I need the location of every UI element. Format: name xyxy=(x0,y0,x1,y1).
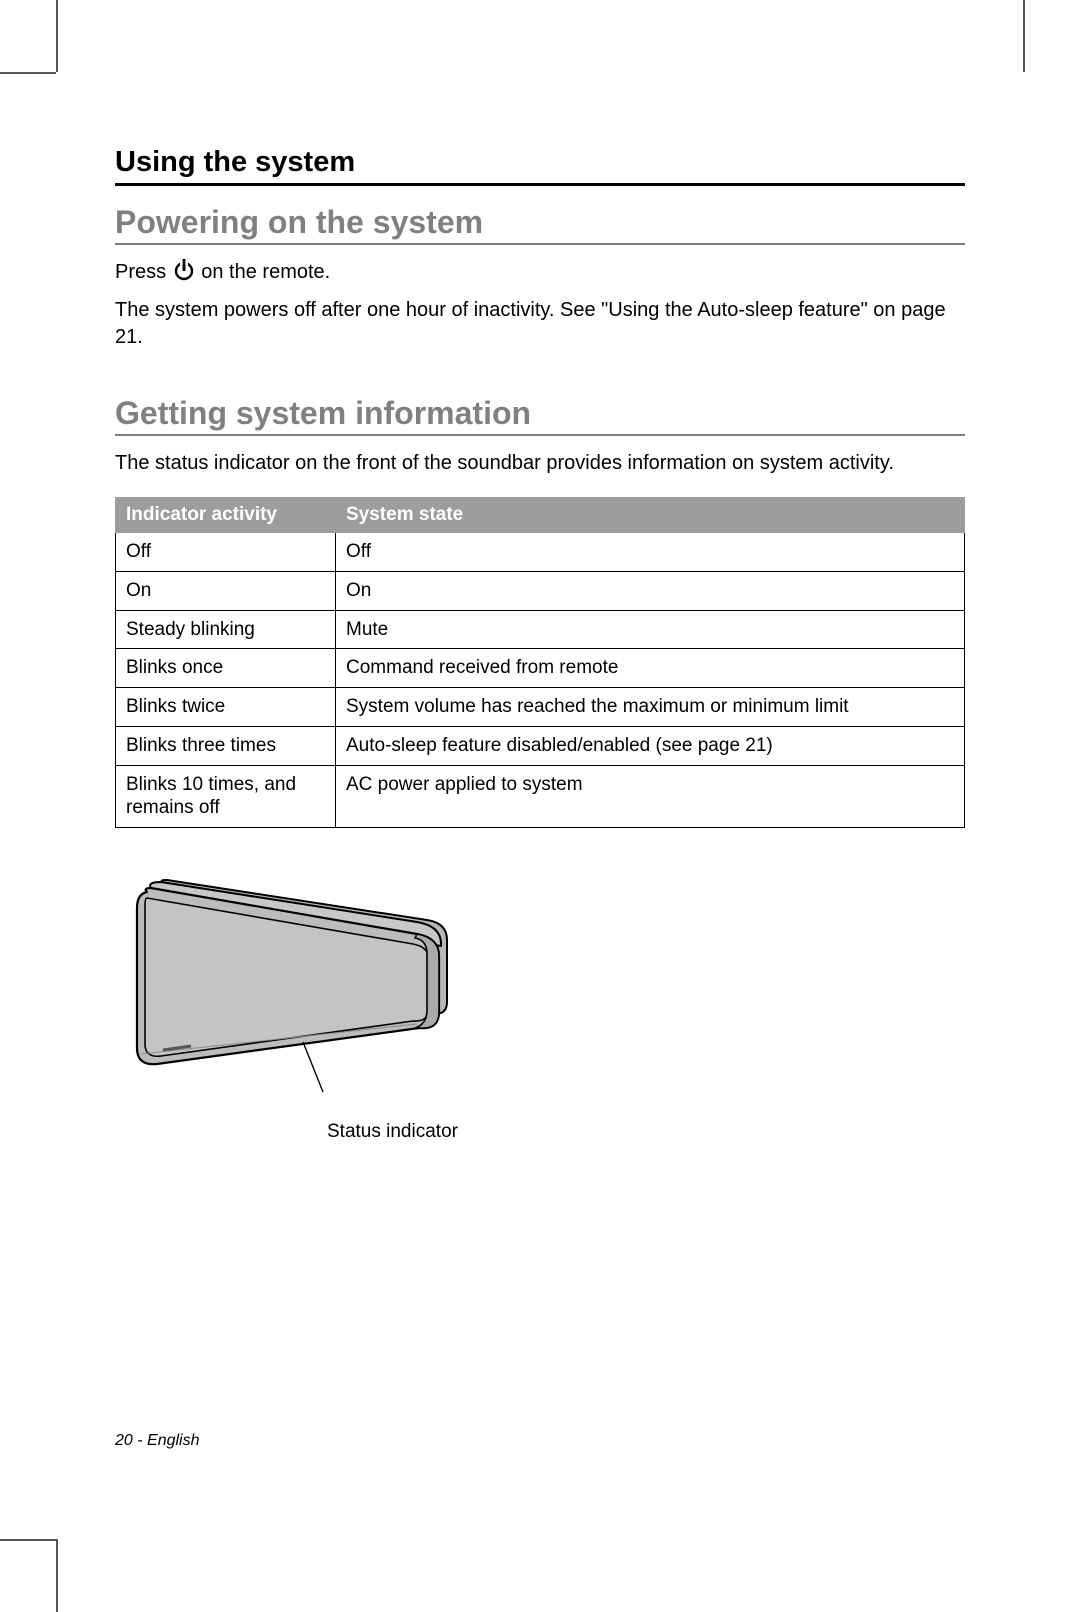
table-header: Indicator activity xyxy=(116,498,336,533)
body-text: The system powers off after one hour of … xyxy=(115,297,965,351)
table-cell: Blinks 10 times, and remains off xyxy=(116,765,336,828)
page-content: Using the system Powering on the system … xyxy=(115,146,965,1143)
table-cell: Blinks twice xyxy=(116,688,336,727)
crop-mark xyxy=(0,72,56,74)
table-row: Blinks twice System volume has reached t… xyxy=(116,688,965,727)
table-cell: Auto-sleep feature disabled/enabled (see… xyxy=(336,726,965,765)
table-cell: Off xyxy=(116,533,336,572)
table-row: Blinks three times Auto-sleep feature di… xyxy=(116,726,965,765)
table-cell: Command received from remote xyxy=(336,649,965,688)
table-cell: On xyxy=(116,571,336,610)
power-icon xyxy=(174,259,194,289)
body-text: The status indicator on the front of the… xyxy=(115,450,965,477)
table-row: Off Off xyxy=(116,533,965,572)
body-text: Press on the remote. xyxy=(115,259,965,289)
table-header: System state xyxy=(336,498,965,533)
table-cell: AC power applied to system xyxy=(336,765,965,828)
table-row: Steady blinking Mute xyxy=(116,610,965,649)
table-row: On On xyxy=(116,571,965,610)
table-cell: Mute xyxy=(336,610,965,649)
table-cell: Blinks three times xyxy=(116,726,336,765)
table-cell: System volume has reached the maximum or… xyxy=(336,688,965,727)
page-footer: 20 - English xyxy=(115,1432,200,1450)
table-row: Blinks 10 times, and remains off AC powe… xyxy=(116,765,965,828)
table-cell: On xyxy=(336,571,965,610)
crop-mark xyxy=(1023,0,1025,72)
subheading-system-info: Getting system information xyxy=(115,395,965,436)
table-cell: Off xyxy=(336,533,965,572)
crop-mark xyxy=(56,0,58,72)
table-cell: Blinks once xyxy=(116,649,336,688)
table-row: Blinks once Command received from remote xyxy=(116,649,965,688)
diagram-label: Status indicator xyxy=(327,1121,965,1143)
soundbar-diagram: Status indicator xyxy=(117,874,965,1143)
crop-mark xyxy=(56,1539,58,1612)
table-cell: Steady blinking xyxy=(116,610,336,649)
crop-mark xyxy=(0,1539,56,1541)
text-fragment: Press xyxy=(115,261,172,283)
section-title: Using the system xyxy=(115,146,965,186)
status-table: Indicator activity System state Off Off … xyxy=(115,497,965,828)
text-fragment: on the remote. xyxy=(196,261,331,283)
subheading-powering-on: Powering on the system xyxy=(115,204,965,245)
